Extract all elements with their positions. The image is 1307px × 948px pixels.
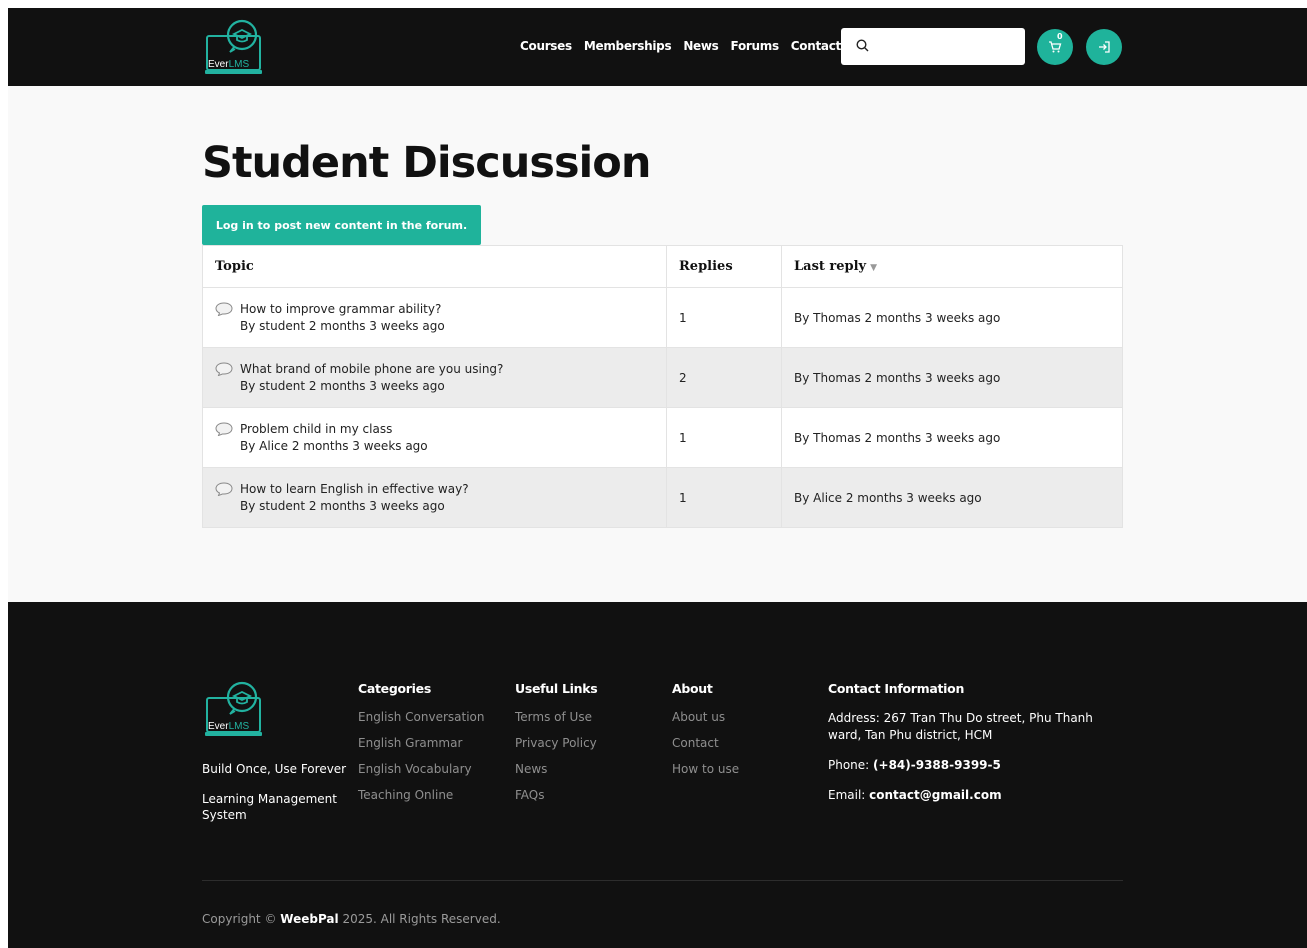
- footer-contact-title: Contact Information: [828, 681, 965, 696]
- last-reply-cell: By Thomas 2 months 3 weeks ago: [781, 407, 1123, 468]
- topic-author: By Alice 2 months 3 weeks ago: [240, 438, 428, 453]
- topic-link[interactable]: How to learn English in effective way?: [240, 481, 469, 498]
- last-reply-cell: By Alice 2 months 3 weeks ago: [781, 467, 1123, 528]
- logo-text: EverLMS: [208, 721, 250, 732]
- footer-useful-title: Useful Links: [515, 681, 598, 696]
- last-reply-cell: By Thomas 2 months 3 weeks ago: [781, 347, 1123, 408]
- site-header: EverLMS Courses Memberships News Forums …: [8, 8, 1307, 86]
- main-nav: Courses Memberships News Forums Contact …: [520, 39, 861, 53]
- topic-author: By student 2 months 3 weeks ago: [240, 498, 445, 513]
- cart-icon: [1049, 41, 1062, 53]
- topic-link[interactable]: Problem child in my class: [240, 421, 428, 438]
- page: EverLMS Courses Memberships News Forums …: [8, 8, 1307, 948]
- sort-desc-icon[interactable]: ▼: [870, 263, 877, 273]
- search-input[interactable]: [877, 36, 1017, 58]
- topic-cell: Problem child in my class By Alice 2 mon…: [202, 407, 667, 468]
- contact-address: Address: 267 Tran Thu Do street, Phu Tha…: [828, 711, 1093, 742]
- last-reply-cell: By Thomas 2 months 3 weeks ago: [781, 287, 1123, 348]
- footer-about-title: About: [672, 681, 713, 696]
- footer-link[interactable]: News: [515, 762, 597, 776]
- footer-link[interactable]: English Grammar: [358, 736, 484, 750]
- cart-count-badge: 0: [1057, 32, 1063, 41]
- column-topic: Topic: [202, 245, 667, 288]
- replies-cell: 2: [666, 347, 782, 408]
- footer-categories: Categories English Conversation English …: [358, 681, 484, 814]
- login-button[interactable]: [1086, 29, 1122, 65]
- contact-phone: Phone: (+84)-9388-9399-5: [828, 758, 1001, 772]
- footer-link[interactable]: Terms of Use: [515, 710, 597, 724]
- footer-logo[interactable]: EverLMS: [204, 678, 266, 740]
- speech-bubble-icon: [215, 301, 233, 316]
- footer-useful-links: Useful Links Terms of Use Privacy Policy…: [515, 681, 598, 814]
- footer-about: About About us Contact How to use: [672, 681, 739, 788]
- table-header-row: Topic Replies Last reply ▼: [202, 245, 1123, 288]
- copyright: Copyright © WeebPal 2025. All Rights Res…: [202, 912, 501, 926]
- speech-bubble-icon: [215, 481, 233, 496]
- search-icon[interactable]: [856, 39, 869, 52]
- cart-button[interactable]: 0: [1037, 29, 1073, 65]
- nav-memberships[interactable]: Memberships: [584, 39, 672, 53]
- copyright-brand[interactable]: WeebPal: [280, 912, 338, 926]
- page-title: Student Discussion: [202, 138, 651, 188]
- footer-tagline-1: Build Once, Use Forever: [202, 762, 347, 776]
- footer-link[interactable]: English Vocabulary: [358, 762, 484, 776]
- footer-contact: Contact Information Address: 267 Tran Th…: [828, 681, 1128, 817]
- nav-forums[interactable]: Forums: [731, 39, 780, 53]
- logo-text: EverLMS: [208, 59, 250, 70]
- contact-email: Email: contact@gmail.com: [828, 788, 1002, 802]
- forum-topics-table: Topic Replies Last reply ▼ How to improve…: [202, 245, 1123, 528]
- replies-cell: 1: [666, 467, 782, 528]
- table-row: Problem child in my class By Alice 2 mon…: [202, 407, 1123, 468]
- footer-link[interactable]: How to use: [672, 762, 739, 776]
- table-row: How to improve grammar ability? By stude…: [202, 287, 1123, 348]
- column-last-reply[interactable]: Last reply ▼: [781, 245, 1123, 288]
- speech-bubble-icon: [215, 361, 233, 376]
- speech-bubble-icon: [215, 421, 233, 436]
- nav-courses[interactable]: Courses: [520, 39, 572, 53]
- footer-link[interactable]: About us: [672, 710, 739, 724]
- nav-news[interactable]: News: [683, 39, 719, 53]
- replies-cell: 1: [666, 287, 782, 348]
- topic-author: By student 2 months 3 weeks ago: [240, 318, 445, 333]
- topic-link[interactable]: What brand of mobile phone are you using…: [240, 361, 503, 378]
- footer-link[interactable]: Privacy Policy: [515, 736, 597, 750]
- footer-categories-title: Categories: [358, 681, 431, 696]
- column-replies: Replies: [666, 245, 782, 288]
- replies-cell: 1: [666, 407, 782, 468]
- footer-divider: [202, 880, 1123, 881]
- login-to-post-button[interactable]: Log in to post new content in the forum.: [202, 205, 481, 245]
- table-row: How to learn English in effective way? B…: [202, 467, 1123, 528]
- site-logo[interactable]: EverLMS: [204, 16, 266, 78]
- topic-cell: What brand of mobile phone are you using…: [202, 347, 667, 408]
- search-box[interactable]: [841, 28, 1025, 65]
- site-footer: EverLMS Build Once, Use Forever Learning…: [8, 602, 1307, 948]
- footer-tagline-2: Learning Management System: [202, 792, 337, 822]
- topic-cell: How to improve grammar ability? By stude…: [202, 287, 667, 348]
- login-icon: [1099, 41, 1110, 53]
- footer-link[interactable]: FAQs: [515, 788, 597, 802]
- footer-link[interactable]: Teaching Online: [358, 788, 484, 802]
- topic-author: By student 2 months 3 weeks ago: [240, 378, 445, 393]
- topic-cell: How to learn English in effective way? B…: [202, 467, 667, 528]
- footer-link[interactable]: Contact: [672, 736, 739, 750]
- table-row: What brand of mobile phone are you using…: [202, 347, 1123, 408]
- footer-link[interactable]: English Conversation: [358, 710, 484, 724]
- topic-link[interactable]: How to improve grammar ability?: [240, 301, 445, 318]
